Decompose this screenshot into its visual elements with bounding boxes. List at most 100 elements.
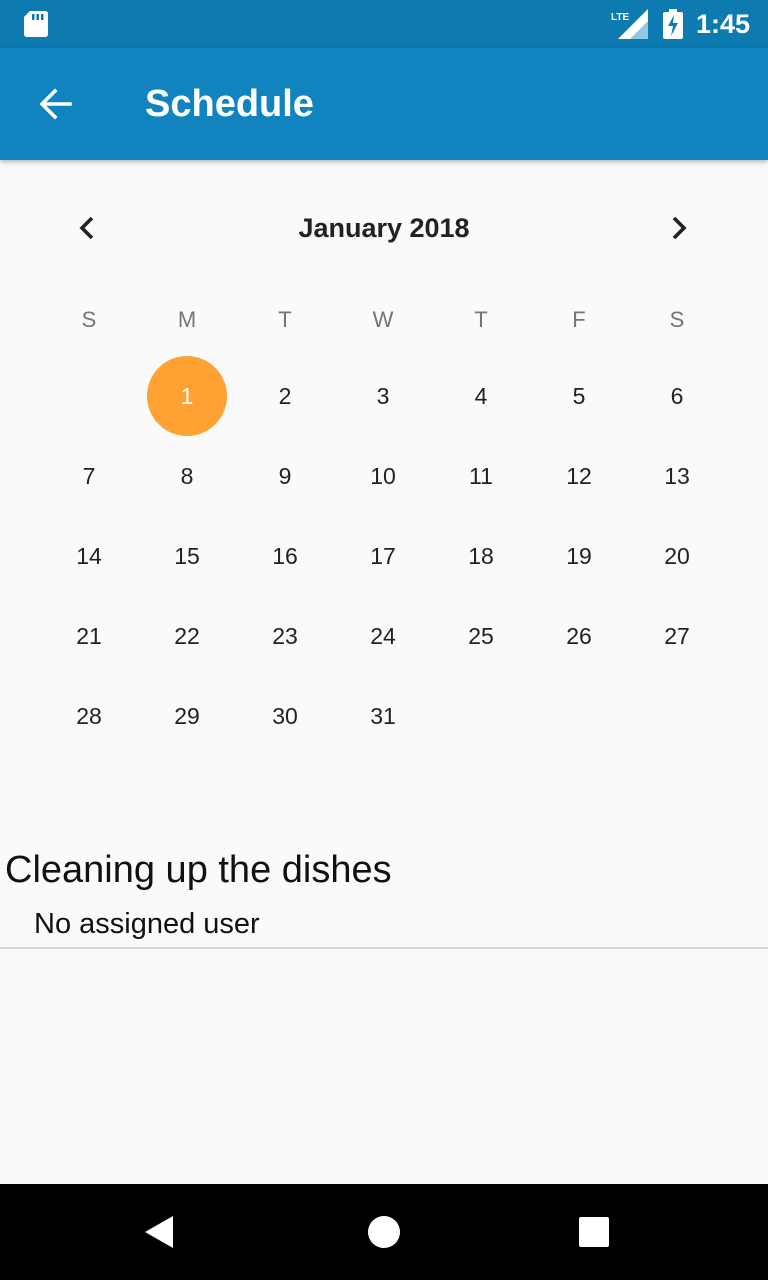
weekday-label: S (81, 307, 97, 332)
calendar-day[interactable]: 21 (40, 596, 138, 676)
calendar-day[interactable]: 13 (628, 436, 726, 516)
calendar-day-empty (530, 676, 628, 756)
page-title: Schedule (145, 83, 314, 125)
weekday-label: M (177, 307, 197, 332)
weekday-label: W (372, 307, 394, 332)
calendar-day[interactable]: 31 (334, 676, 432, 756)
calendar-week: 1 2 3 4 5 6 (40, 356, 728, 436)
calendar-day[interactable]: 23 (236, 596, 334, 676)
chevron-right-icon (672, 216, 687, 240)
calendar-day-empty (628, 676, 726, 756)
sd-card-icon (24, 11, 48, 37)
day-number: 9 (278, 463, 292, 489)
nav-back-button[interactable] (136, 1208, 184, 1256)
status-clock: 1:45 (696, 9, 751, 39)
nav-home-button[interactable] (360, 1208, 408, 1256)
calendar-day[interactable]: 26 (530, 596, 628, 676)
calendar-day[interactable]: 5 (530, 356, 628, 436)
calendar-day[interactable]: 27 (628, 596, 726, 676)
back-triangle-icon (145, 1216, 173, 1248)
calendar-day[interactable]: 25 (432, 596, 530, 676)
day-number: 29 (174, 703, 200, 729)
calendar-day-empty (40, 356, 138, 436)
day-number: 17 (370, 543, 396, 569)
calendar-day[interactable]: 4 (432, 356, 530, 436)
recents-square-icon (579, 1217, 609, 1247)
day-number: 23 (272, 623, 298, 649)
calendar-day[interactable]: 7 (40, 436, 138, 516)
weekday-label: T (278, 307, 292, 332)
calendar-day[interactable]: 9 (236, 436, 334, 516)
calendar-day-empty (432, 676, 530, 756)
day-number: 15 (174, 543, 200, 569)
home-circle-icon (368, 1216, 400, 1248)
day-number: 26 (566, 623, 592, 649)
day-number: 10 (370, 463, 396, 489)
day-number: 24 (370, 623, 396, 649)
day-number: 12 (566, 463, 592, 489)
network-type-label: LTE (611, 12, 629, 23)
calendar: January 2018 S M T W T F S 1 2 3 4 5 6 7… (40, 188, 728, 768)
calendar-day[interactable]: 24 (334, 596, 432, 676)
day-number: 16 (272, 543, 298, 569)
calendar-day[interactable]: 16 (236, 516, 334, 596)
day-number: 20 (664, 543, 690, 569)
battery-charging-icon (663, 9, 683, 39)
status-bar: LTE 1:45 (0, 0, 768, 48)
day-number: 13 (664, 463, 690, 489)
calendar-day[interactable]: 6 (628, 356, 726, 436)
calendar-week: 21 22 23 24 25 26 27 (40, 596, 728, 676)
calendar-week: 14 15 16 17 18 19 20 (40, 516, 728, 596)
calendar-day[interactable]: 12 (530, 436, 628, 516)
calendar-day[interactable]: 8 (138, 436, 236, 516)
day-number: 6 (670, 383, 684, 409)
calendar-day[interactable]: 3 (334, 356, 432, 436)
task-assignee: No assigned user (34, 908, 260, 940)
next-month-button[interactable] (654, 204, 702, 252)
day-number: 14 (76, 543, 102, 569)
day-number: 31 (370, 703, 396, 729)
day-number: 25 (468, 623, 494, 649)
weekday-header: S M T W T F S (40, 302, 728, 338)
task-title[interactable]: Cleaning up the dishes (5, 846, 392, 894)
day-number: 8 (180, 463, 194, 489)
day-number: 28 (76, 703, 102, 729)
calendar-day[interactable]: 11 (432, 436, 530, 516)
weekday-label: T (474, 307, 488, 332)
calendar-day[interactable]: 29 (138, 676, 236, 756)
calendar-day[interactable]: 17 (334, 516, 432, 596)
app-bar: Schedule (0, 48, 768, 160)
system-navigation-bar (0, 1184, 768, 1280)
weekday-label: F (572, 307, 586, 332)
nav-recents-button[interactable] (570, 1208, 618, 1256)
calendar-day[interactable]: 20 (628, 516, 726, 596)
calendar-day[interactable]: 30 (236, 676, 334, 756)
day-number: 30 (272, 703, 298, 729)
calendar-day-selected[interactable]: 1 (138, 356, 236, 436)
calendar-day[interactable]: 18 (432, 516, 530, 596)
day-number: 18 (468, 543, 494, 569)
day-number: 19 (566, 543, 592, 569)
arrow-back-icon (39, 88, 72, 120)
calendar-day[interactable]: 2 (236, 356, 334, 436)
calendar-day[interactable]: 22 (138, 596, 236, 676)
day-number: 22 (174, 623, 200, 649)
day-number: 4 (474, 383, 488, 409)
day-number: 11 (469, 463, 493, 489)
calendar-day[interactable]: 15 (138, 516, 236, 596)
day-number: 1 (180, 383, 194, 409)
lte-signal-icon: LTE (611, 9, 648, 39)
back-button[interactable] (24, 72, 88, 136)
day-number: 5 (572, 383, 586, 409)
calendar-week: 28 29 30 31 (40, 676, 728, 756)
calendar-day[interactable]: 28 (40, 676, 138, 756)
calendar-day[interactable]: 10 (334, 436, 432, 516)
calendar-day[interactable]: 19 (530, 516, 628, 596)
list-divider (0, 947, 768, 949)
calendar-day[interactable]: 14 (40, 516, 138, 596)
day-number: 3 (376, 383, 390, 409)
day-number: 21 (76, 623, 102, 649)
calendar-week: 7 8 9 10 11 12 13 (40, 436, 728, 516)
day-number: 27 (664, 623, 690, 649)
weekday-label: S (669, 307, 685, 332)
